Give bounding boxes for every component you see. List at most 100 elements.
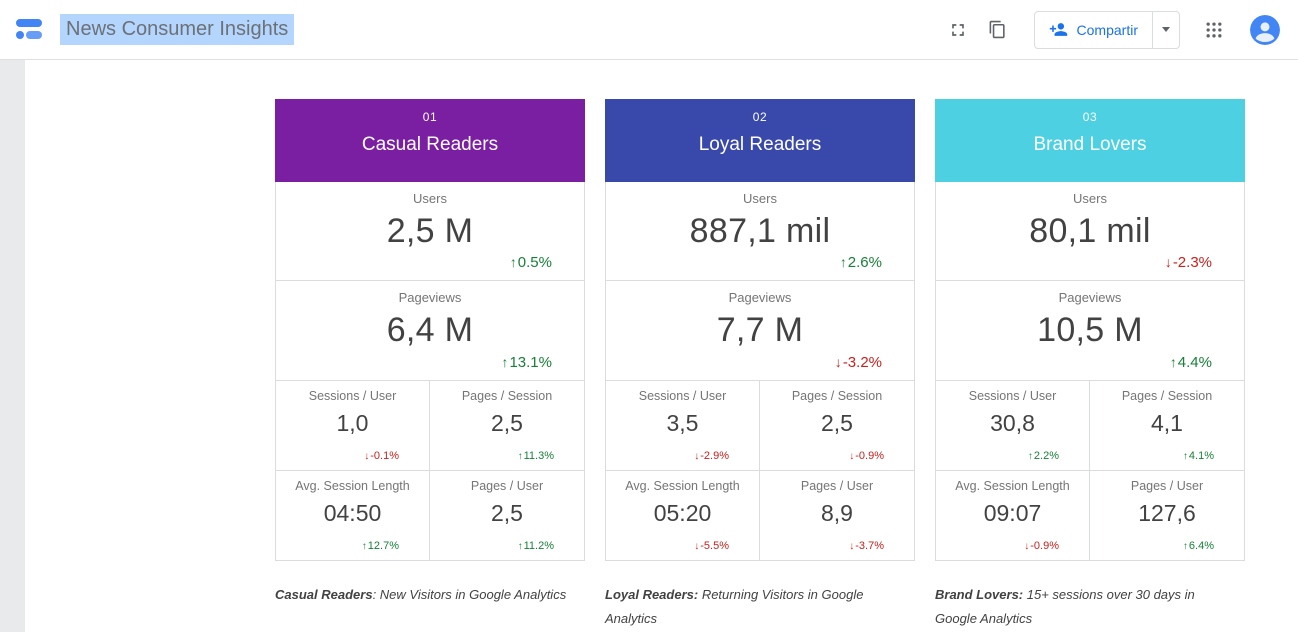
trend-arrow-icon: ↑ (1028, 451, 1033, 462)
delta-value: 6.4% (1189, 540, 1214, 552)
segment-header[interactable]: 02 Loyal Readers (605, 99, 915, 182)
metric-delta: ↑2.6% (840, 254, 882, 271)
sessions-per-user-cell[interactable]: Sessions / User 1,0 ↓-0.1% (275, 381, 430, 471)
segment-title: Loyal Readers (605, 134, 915, 156)
share-button[interactable]: Compartir (1034, 11, 1180, 49)
footnote-lead: Casual Readers (275, 587, 373, 602)
metric-label: Users (276, 182, 584, 206)
metric-delta: ↓-0.1% (364, 450, 399, 462)
avg-session-length-cell[interactable]: Avg. Session Length 04:50 ↑12.7% (275, 471, 430, 561)
pages-per-session-cell[interactable]: Pages / Session 4,1 ↑4.1% (1090, 381, 1245, 471)
metric-label: Avg. Session Length (606, 471, 759, 493)
trend-arrow-icon: ↑ (362, 541, 367, 552)
delta-value: 2.2% (1034, 450, 1059, 462)
pages-per-user-cell[interactable]: Pages / User 2,5 ↑11.2% (430, 471, 585, 561)
account-icon (1250, 15, 1280, 45)
delta-value: -5.5% (700, 540, 729, 552)
metric-label: Pageviews (276, 281, 584, 305)
small-metrics-grid: Sessions / User 1,0 ↓-0.1% Pages / Sessi… (275, 381, 585, 561)
top-bar-actions: Compartir (938, 10, 1286, 50)
delta-value: -0.9% (855, 450, 884, 462)
metric-delta: ↓-0.9% (849, 450, 884, 462)
delta-value: -0.1% (370, 450, 399, 462)
trend-arrow-icon: ↓ (849, 541, 854, 552)
metric-delta: ↑13.1% (502, 354, 552, 371)
copy-report-button[interactable] (978, 10, 1018, 50)
delta-value: 11.3% (524, 450, 554, 462)
trend-arrow-icon: ↓ (694, 451, 699, 462)
delta-value: 2.6% (848, 254, 882, 271)
trend-arrow-icon: ↓ (364, 451, 369, 462)
metric-value: 8,9 (760, 500, 914, 527)
trend-arrow-icon: ↓ (694, 541, 699, 552)
footnote-text: : New Visitors in Google Analytics (373, 587, 567, 602)
metric-value: 80,1 mil (936, 212, 1244, 251)
delta-value: -3.2% (843, 354, 882, 371)
metric-label: Avg. Session Length (276, 471, 429, 493)
delta-value: -2.3% (1173, 254, 1212, 271)
metric-label: Pages / Session (430, 381, 584, 403)
delta-value: 4.1% (1189, 450, 1214, 462)
data-studio-logo-icon[interactable] (14, 14, 46, 46)
metric-delta: ↓-5.5% (694, 540, 729, 552)
metric-label: Users (606, 182, 914, 206)
trend-arrow-icon: ↓ (1165, 255, 1172, 270)
delta-value: 4.4% (1178, 354, 1212, 371)
users-scorecard[interactable]: Users 2,5 M ↑0.5% (275, 182, 585, 281)
metric-label: Avg. Session Length (936, 471, 1089, 493)
pages-per-session-cell[interactable]: Pages / Session 2,5 ↑11.3% (430, 381, 585, 471)
metric-label: Pages / Session (1090, 381, 1244, 403)
sessions-per-user-cell[interactable]: Sessions / User 3,5 ↓-2.9% (605, 381, 760, 471)
pages-per-session-cell[interactable]: Pages / Session 2,5 ↓-0.9% (760, 381, 915, 471)
segment-card-casual-readers: 01 Casual Readers Users 2,5 M ↑0.5% Page… (275, 99, 585, 561)
metric-value: 4,1 (1090, 410, 1244, 437)
google-apps-button[interactable] (1194, 10, 1234, 50)
pageviews-scorecard[interactable]: Pageviews 6,4 M ↑13.1% (275, 281, 585, 381)
fullscreen-button[interactable] (938, 10, 978, 50)
avg-session-length-cell[interactable]: Avg. Session Length 05:20 ↓-5.5% (605, 471, 760, 561)
pages-per-user-cell[interactable]: Pages / User 127,6 ↑6.4% (1090, 471, 1245, 561)
report-title[interactable]: News Consumer Insights (60, 14, 294, 45)
metric-delta: ↑4.1% (1183, 450, 1214, 462)
share-button-main[interactable]: Compartir (1035, 12, 1152, 48)
trend-arrow-icon: ↑ (502, 355, 509, 370)
share-button-label: Compartir (1077, 22, 1138, 38)
segment-footnote: Casual Readers: New Visitors in Google A… (275, 583, 575, 607)
sessions-per-user-cell[interactable]: Sessions / User 30,8 ↑2.2% (935, 381, 1090, 471)
metric-delta: ↑6.4% (1183, 540, 1214, 552)
metric-delta: ↑11.3% (518, 450, 554, 462)
metric-value: 127,6 (1090, 500, 1244, 527)
metric-value: 30,8 (936, 410, 1089, 437)
metric-value: 1,0 (276, 410, 429, 437)
trend-arrow-icon: ↑ (1170, 355, 1177, 370)
metric-value: 2,5 (760, 410, 914, 437)
person-add-icon (1049, 20, 1068, 39)
pageviews-scorecard[interactable]: Pageviews 7,7 M ↓-3.2% (605, 281, 915, 381)
segment-card-loyal-readers: 02 Loyal Readers Users 887,1 mil ↑2.6% P… (605, 99, 915, 561)
metric-label: Sessions / User (276, 381, 429, 403)
metric-value: 2,5 (430, 500, 584, 527)
metric-value: 7,7 M (606, 311, 914, 350)
delta-value: 12.7% (368, 540, 399, 552)
small-metrics-grid: Sessions / User 3,5 ↓-2.9% Pages / Sessi… (605, 381, 915, 561)
metric-delta: ↓-2.3% (1165, 254, 1212, 271)
segment-header[interactable]: 01 Casual Readers (275, 99, 585, 182)
metric-label: Users (936, 182, 1244, 206)
users-scorecard[interactable]: Users 887,1 mil ↑2.6% (605, 182, 915, 281)
avatar[interactable] (1250, 15, 1280, 45)
delta-value: 11.2% (524, 540, 554, 552)
users-scorecard[interactable]: Users 80,1 mil ↓-2.3% (935, 182, 1245, 281)
segment-header[interactable]: 03 Brand Lovers (935, 99, 1245, 182)
delta-value: -3.7% (855, 540, 884, 552)
metric-delta: ↑11.2% (518, 540, 554, 552)
pages-per-user-cell[interactable]: Pages / User 8,9 ↓-3.7% (760, 471, 915, 561)
trend-arrow-icon: ↑ (840, 255, 847, 270)
footnote-lead: Loyal Readers: (605, 587, 698, 602)
pageviews-scorecard[interactable]: Pageviews 10,5 M ↑4.4% (935, 281, 1245, 381)
apps-grid-icon (1204, 20, 1224, 40)
share-dropdown-button[interactable] (1152, 12, 1179, 48)
metric-delta: ↑4.4% (1170, 354, 1212, 371)
segment-title: Brand Lovers (935, 134, 1245, 156)
metric-delta: ↓-0.9% (1024, 540, 1059, 552)
avg-session-length-cell[interactable]: Avg. Session Length 09:07 ↓-0.9% (935, 471, 1090, 561)
